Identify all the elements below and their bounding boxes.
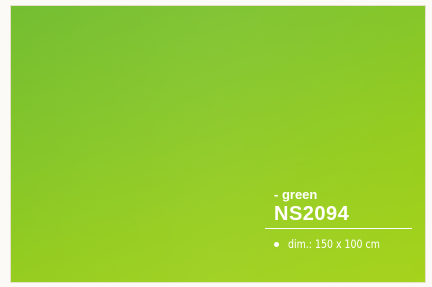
product-swatch-panel: - green NS2094 dim.: 150 x 100 cm	[10, 5, 426, 283]
dimension-text: dim.: 150 x 100 cm	[288, 237, 380, 251]
variant-label: - green	[274, 187, 318, 202]
bullet-icon	[274, 241, 279, 247]
spec-list-item: dim.: 150 x 100 cm	[274, 237, 415, 251]
product-code: NS2094	[274, 203, 350, 225]
product-frame: - green NS2094 dim.: 150 x 100 cm	[0, 0, 432, 287]
caption-divider	[265, 228, 412, 229]
product-caption: - green NS2094 dim.: 150 x 100 cm	[265, 187, 415, 251]
